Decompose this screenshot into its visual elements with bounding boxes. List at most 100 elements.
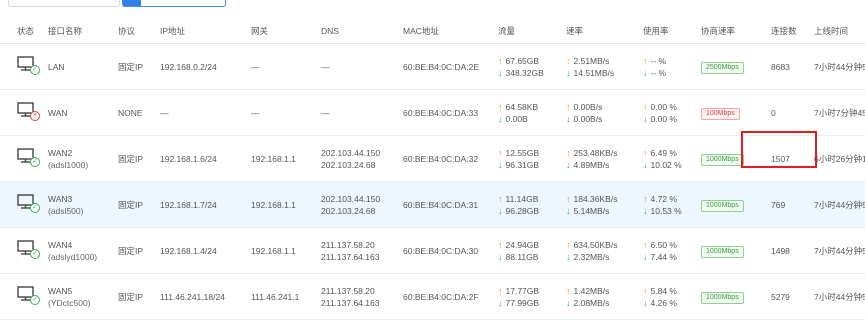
col-traffic[interactable]: 流量 (498, 19, 566, 44)
usage-down: 10.53 % (650, 205, 682, 216)
dns-cell: 211.137.58.20 211.137.64.163 (321, 273, 403, 320)
arrow-down-icon: ↓ (498, 113, 503, 124)
rate-up: 634.50KB/s (573, 239, 618, 250)
toolbar-button-icon (123, 0, 141, 6)
arrow-down-icon: ↓ (643, 113, 648, 124)
traffic-cell: ↑ 67.65GB ↓ 348.32GB (498, 43, 566, 90)
arrow-down-icon: ↓ (643, 297, 648, 308)
arrow-up-icon: ↑ (498, 285, 503, 296)
usage-cell: ↑ 6.49 % ↓ 10.02 % (643, 135, 701, 182)
dns-primary: — (321, 61, 330, 72)
toolbar-button[interactable] (122, 0, 226, 7)
rate-up: 184.36KB/s (573, 193, 618, 204)
negotiated-rate-cell: 2500Mbps (701, 43, 771, 90)
interface-name[interactable]: WAN2 (48, 147, 118, 159)
interface-subname: (adslyd1000) (48, 251, 98, 262)
rate-cell: ↑ 0.00B/s ↓ 0.00B/s (566, 89, 643, 136)
arrow-down-icon: ↓ (498, 159, 503, 170)
interface-name[interactable]: LAN (48, 61, 118, 73)
traffic-up: 12.55GB (505, 147, 540, 158)
negotiated-rate-cell: 100Mbps (701, 89, 771, 136)
arrow-up-icon: ↑ (498, 239, 503, 250)
uptime-cell: 7小时44分钟5 (814, 273, 865, 320)
usage-down: 4.26 % (650, 297, 677, 308)
table-row[interactable]: ✓ WAN5 (YDctc500) 固定IP 111.46.241.18/24 111.4… (0, 273, 865, 320)
arrow-up-icon: ↑ (566, 193, 571, 204)
highlight-box (741, 131, 817, 168)
table-row[interactable]: × WAN NONE — — —60:BE:B4:0C:DA:33 ↑ 64.58KB ↓ 0.0… (0, 89, 865, 136)
protocol-cell: 固定IP (118, 135, 160, 182)
rate-down: 14.51MB/s (573, 67, 615, 78)
arrow-up-icon: ↑ (498, 101, 503, 112)
protocol-cell: 固定IP (118, 273, 160, 320)
usage-down: 0.00 % (650, 113, 677, 124)
mac-cell: 60:BE:B4:0C:DA:2E (403, 43, 498, 90)
uptime-cell: 7小时44分钟5 (814, 181, 865, 228)
col-protocol[interactable]: 协议 (118, 19, 160, 44)
col-name[interactable]: 接口名称 (48, 19, 118, 44)
name-cell: WAN4 (adslyd1000) (48, 227, 118, 274)
col-mac[interactable]: MAC地址 (403, 19, 498, 44)
dns-primary: 202.103.44.150 (321, 193, 381, 204)
traffic-up: 17.77GB (505, 285, 540, 296)
name-cell: LAN (48, 43, 118, 90)
usage-down: 10.02 % (650, 159, 682, 170)
arrow-up-icon: ↑ (566, 147, 571, 158)
dns-cell: — (321, 43, 403, 90)
traffic-cell: ↑ 24.94GB ↓ 88.11GB (498, 227, 566, 274)
arrow-up-icon: ↑ (566, 55, 571, 66)
usage-up: 4.72 % (650, 193, 677, 204)
table-row[interactable]: ✓ WAN4 (adslyd1000) 固定IP 192.168.1.4/24 192.1… (0, 227, 865, 274)
negotiated-rate-badge: 1000Mbps (701, 153, 744, 166)
table-row[interactable]: ✓ WAN2 (adsl1000) 固定IP 192.168.1.6/24 192.168… (0, 135, 865, 182)
interface-table: 状态 接口名称 协议 IP地址 网关 DNS MAC地址 流量 速率 使用率 协… (0, 19, 865, 320)
interface-name[interactable]: WAN5 (48, 285, 118, 297)
col-ip[interactable]: IP地址 (160, 19, 251, 44)
ip-cell: 192.168.1.6/24 (160, 135, 251, 182)
check-icon: ✓ (30, 65, 40, 75)
status-cell: × (0, 89, 48, 136)
gateway-cell: — (251, 43, 321, 90)
traffic-down: 88.11GB (505, 251, 539, 262)
negotiated-rate-cell: 1000Mbps (701, 227, 771, 274)
table-header-row: 状态 接口名称 协议 IP地址 网关 DNS MAC地址 流量 速率 使用率 协… (0, 19, 865, 44)
interface-name[interactable]: WAN3 (48, 193, 118, 205)
col-usage[interactable]: 使用率 (643, 19, 701, 44)
status-cell: ✓ (0, 43, 48, 90)
col-status[interactable]: 状态 (0, 19, 48, 44)
table-row[interactable]: ✓ LAN 固定IP 192.168.0.2/24— —60:BE:B4:0C:DA:2… (0, 43, 865, 90)
negotiated-rate-badge: 1000Mbps (701, 199, 744, 212)
usage-cell: ↑ 5.84 % ↓ 4.26 % (643, 273, 701, 320)
rate-down: 4.89MB/s (573, 159, 610, 170)
check-icon: ✓ (30, 203, 40, 213)
ip-cell: 111.46.241.18/24 (160, 273, 251, 320)
gateway-cell: 192.168.1.1 (251, 181, 321, 228)
arrow-up-icon: ↑ (498, 147, 503, 158)
col-connections[interactable]: 连接数 (771, 19, 814, 44)
col-gateway[interactable]: 网关 (251, 19, 321, 44)
col-rate[interactable]: 速率 (566, 19, 643, 44)
arrow-down-icon: ↓ (498, 251, 503, 262)
arrow-down-icon: ↓ (643, 251, 648, 262)
col-negotiated-rate[interactable]: 协商速率 (701, 19, 771, 44)
gateway-cell: 192.168.1.1 (251, 227, 321, 274)
arrow-up-icon: ↑ (498, 55, 503, 66)
search-input[interactable] (8, 0, 120, 7)
rate-cell: ↑ 2.51MB/s ↓ 14.51MB/s (566, 43, 643, 90)
arrow-down-icon: ↓ (566, 205, 571, 216)
col-dns[interactable]: DNS (321, 19, 403, 44)
dns-primary: 211.137.58.20 (321, 285, 375, 296)
negotiated-rate-badge: 100Mbps (701, 107, 740, 120)
table-row[interactable]: ✓ WAN3 (adsl500) 固定IP 192.168.1.7/24 192.168.… (0, 181, 865, 228)
arrow-down-icon: ↓ (643, 205, 648, 216)
interface-name[interactable]: WAN4 (48, 239, 118, 251)
uptime-cell: 6小时26分钟1 (814, 135, 865, 182)
arrow-down-icon: ↓ (498, 205, 503, 216)
monitor-icon: ✓ (17, 194, 40, 213)
interface-name[interactable]: WAN (48, 107, 118, 119)
traffic-up: 64.58KB (505, 101, 539, 112)
connections-cell: 769 (771, 181, 814, 228)
col-uptime[interactable]: 上线时间 (814, 19, 865, 44)
name-cell: WAN2 (adsl1000) (48, 135, 118, 182)
name-cell: WAN3 (adsl500) (48, 181, 118, 228)
